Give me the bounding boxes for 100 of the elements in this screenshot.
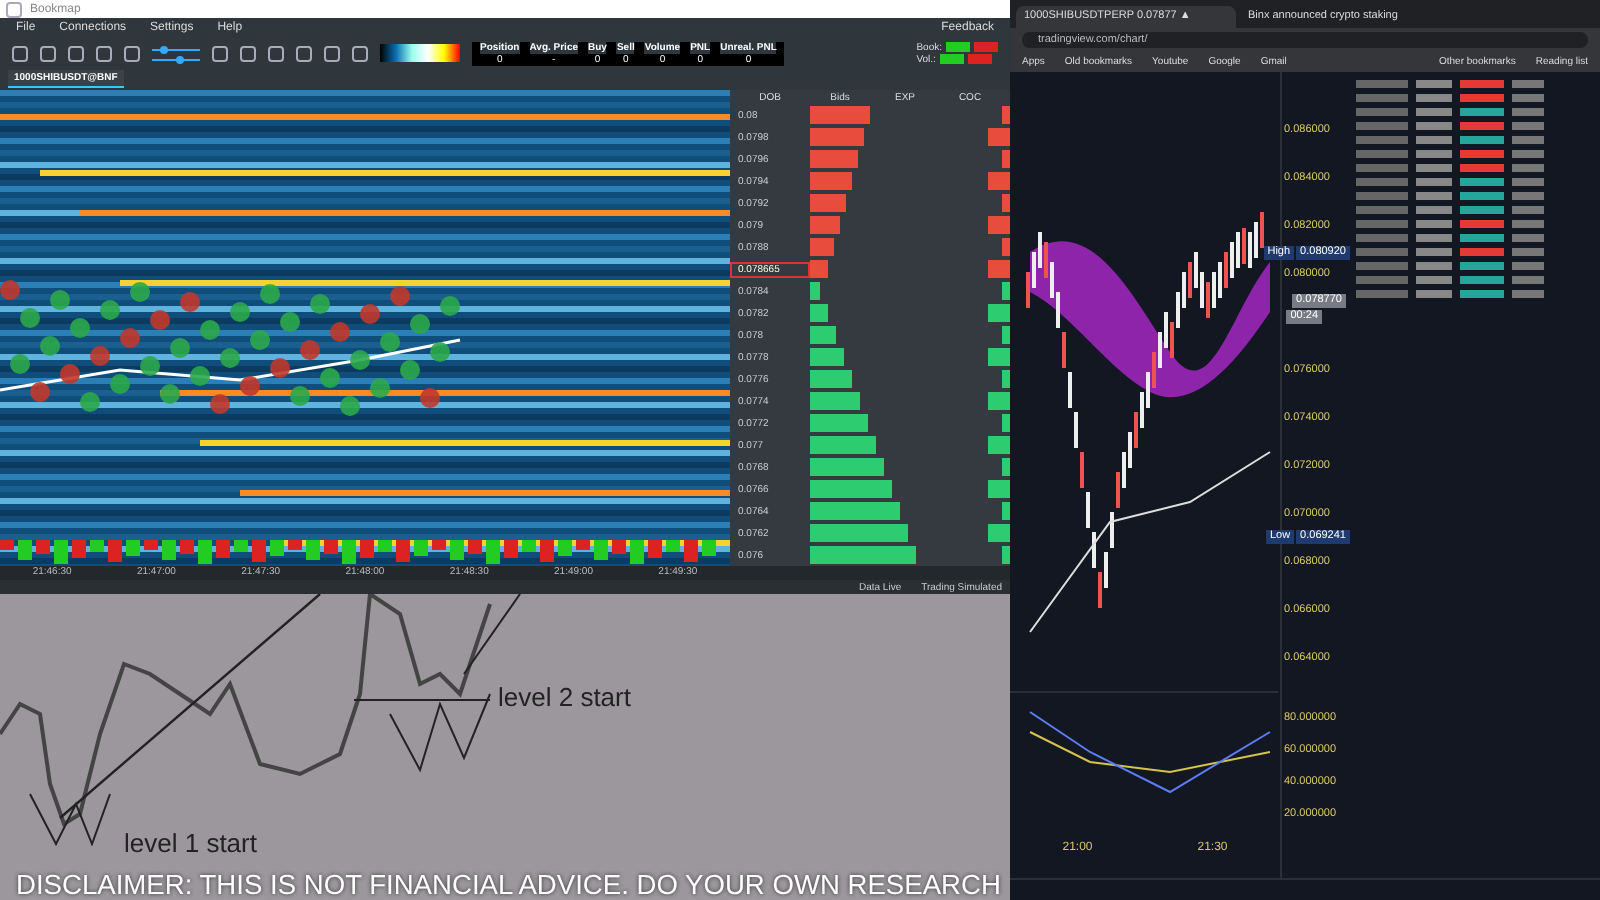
disclaimer-caption: DISCLAIMER: THIS IS NOT FINANCIAL ADVICE. DO YOUR OWN RESEARCH — [16, 870, 1001, 900]
watchlist-change — [1460, 276, 1504, 284]
watchlist-change — [1460, 108, 1504, 116]
depth-bar — [810, 436, 876, 454]
watchlist-price — [1416, 164, 1452, 172]
depth-bar — [810, 282, 820, 300]
watchlist-price — [1416, 206, 1452, 214]
watchlist-price — [1416, 276, 1452, 284]
volume-bar — [1002, 414, 1010, 432]
watchlist-symbol[interactable] — [1356, 94, 1408, 102]
depth-bar — [810, 502, 900, 520]
annotation-label: level 1 start — [124, 828, 257, 858]
watchlist-price — [1416, 150, 1452, 158]
depth-bar — [810, 150, 858, 168]
candlestick — [1086, 492, 1090, 528]
watchlist-symbol[interactable] — [1356, 248, 1408, 256]
watchlist-volume — [1512, 164, 1544, 172]
watchlist-change — [1460, 220, 1504, 228]
depth-bar — [810, 128, 864, 146]
watchlist-symbol[interactable] — [1356, 276, 1408, 284]
watchlist-volume — [1512, 248, 1544, 256]
watchlist-change — [1460, 192, 1504, 200]
depth-bar — [810, 392, 860, 410]
watchlist-symbol[interactable] — [1356, 192, 1408, 200]
candlestick — [1068, 372, 1072, 408]
depth-bar — [810, 172, 852, 190]
watchlist-volume — [1512, 108, 1544, 116]
annotation-label: level 2 start — [498, 682, 631, 712]
volume-bar — [1002, 150, 1010, 168]
depth-bar — [810, 326, 836, 344]
watchlist-change — [1460, 178, 1504, 186]
watchlist-volume — [1512, 150, 1544, 158]
watchlist-price — [1416, 262, 1452, 270]
watchlist-symbol[interactable] — [1356, 108, 1408, 116]
watchlist-volume — [1512, 192, 1544, 200]
candlestick — [1080, 452, 1084, 488]
watchlist-volume — [1512, 80, 1544, 88]
volume-bar — [988, 260, 1010, 278]
watchlist-symbol[interactable] — [1356, 164, 1408, 172]
watchlist-volume — [1512, 94, 1544, 102]
watchlist-change — [1460, 94, 1504, 102]
watchlist-symbol[interactable] — [1356, 136, 1408, 144]
watchlist-change — [1460, 122, 1504, 130]
watchlist-volume — [1512, 136, 1544, 144]
watchlist-change — [1460, 164, 1504, 172]
watchlist-symbol[interactable] — [1356, 234, 1408, 242]
volume-bar — [1002, 502, 1010, 520]
slider-icon[interactable] — [152, 43, 200, 63]
watchlist-price — [1416, 234, 1452, 242]
depth-bar — [810, 304, 828, 322]
volume-bar — [988, 524, 1010, 542]
depth-bar — [810, 216, 840, 234]
watchlist-symbol[interactable] — [1356, 290, 1408, 298]
watchlist-price — [1416, 248, 1452, 256]
candlestick — [1062, 332, 1066, 368]
watchlist-price — [1416, 192, 1452, 200]
watchlist-price — [1416, 136, 1452, 144]
depth-bar — [810, 524, 908, 542]
depth-bar — [810, 348, 844, 366]
watchlist-volume — [1512, 220, 1544, 228]
volume-bar — [1002, 106, 1010, 124]
watchlist-change — [1460, 248, 1504, 256]
candlestick — [1074, 412, 1078, 448]
watchlist-change — [1460, 80, 1504, 88]
watchlist-volume — [1512, 178, 1544, 186]
depth-bar — [810, 260, 828, 278]
depth-bar — [810, 414, 868, 432]
watchlist-symbol[interactable] — [1356, 80, 1408, 88]
watchlist-volume — [1512, 122, 1544, 130]
watchlist-price — [1416, 220, 1452, 228]
volume-bar — [988, 128, 1010, 146]
volume-bar — [988, 304, 1010, 322]
volume-bar — [988, 172, 1010, 190]
watchlist-change — [1460, 234, 1504, 242]
color-scale[interactable] — [380, 44, 460, 62]
depth-bar — [810, 458, 884, 476]
watchlist-price — [1416, 122, 1452, 130]
volume-bar — [1002, 326, 1010, 344]
watchlist-volume — [1512, 262, 1544, 270]
depth-bar — [810, 194, 846, 212]
depth-bar — [810, 106, 870, 124]
watchlist-volume — [1512, 290, 1544, 298]
depth-bar — [810, 480, 892, 498]
watchlist-symbol[interactable] — [1356, 220, 1408, 228]
volume-bar — [988, 480, 1010, 498]
watchlist-symbol[interactable] — [1356, 178, 1408, 186]
watchlist-symbol[interactable] — [1356, 262, 1408, 270]
depth-bar — [810, 546, 916, 564]
watchlist-change — [1460, 136, 1504, 144]
watchlist-price — [1416, 178, 1452, 186]
watchlist-change — [1460, 290, 1504, 298]
watchlist-symbol[interactable] — [1356, 150, 1408, 158]
watchlist-symbol[interactable] — [1356, 122, 1408, 130]
watchlist-symbol[interactable] — [1356, 206, 1408, 214]
volume-bar — [1002, 238, 1010, 256]
watchlist-volume — [1512, 234, 1544, 242]
watchlist-change — [1460, 262, 1504, 270]
watchlist-price — [1416, 80, 1452, 88]
volume-bar — [1002, 546, 1010, 564]
volume-bar — [1002, 194, 1010, 212]
